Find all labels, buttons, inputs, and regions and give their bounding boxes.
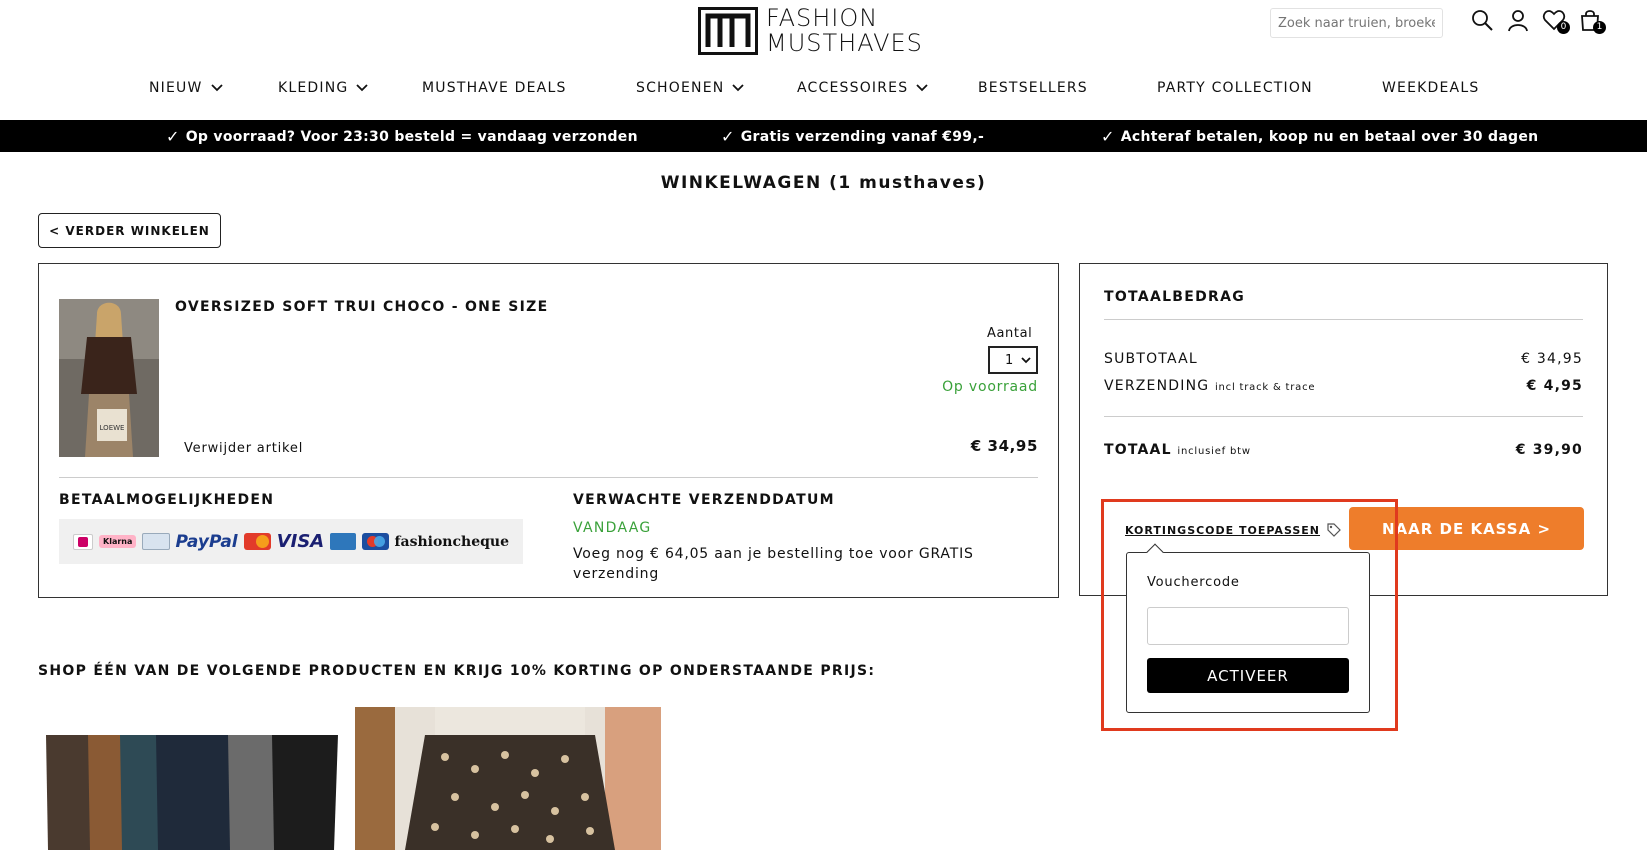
- klarna-icon: Klarna: [99, 535, 137, 548]
- free-shipping-note: Voeg nog € 64,05 aan je bestelling toe v…: [573, 546, 974, 582]
- wishlist-count-badge: 0: [1557, 21, 1570, 34]
- ideal-icon: [73, 533, 93, 550]
- upsell-product-image[interactable]: [38, 707, 341, 850]
- divider: [1104, 416, 1583, 417]
- payment-methods-strip: Klarna PayPal VISA fashioncheque: [59, 519, 523, 564]
- summary-title: TOTAALBEDRAG: [1104, 289, 1246, 305]
- mastercard-icon: [243, 533, 271, 550]
- subtotal-row: SUBTOTAAL € 34,95: [1104, 351, 1583, 367]
- nav-item-weekdeals[interactable]: WEEKDEALS: [1382, 80, 1479, 96]
- usp-item: ✓ Op voorraad? Voor 23:30 besteld = vand…: [166, 127, 638, 146]
- svg-text:LOEWE: LOEWE: [100, 424, 125, 432]
- activate-voucher-button[interactable]: ACTIVEER: [1147, 658, 1349, 693]
- upsell-title: SHOP ÉÉN VAN DE VOLGENDE PRODUCTEN EN KR…: [38, 663, 876, 679]
- total-value: € 39,90: [1515, 442, 1583, 458]
- nav-item-party-collection[interactable]: PARTY COLLECTION: [1157, 80, 1313, 96]
- shipping-value: € 4,95: [1526, 378, 1583, 394]
- shipping-label: VERZENDING: [1104, 378, 1210, 394]
- subtotal-value: € 34,95: [1521, 351, 1583, 367]
- wishlist-icon[interactable]: 0: [1542, 8, 1570, 34]
- upsell-product-image[interactable]: [355, 707, 661, 850]
- shipping-date-title: VERWACHTE VERZENDDATUM: [573, 492, 835, 508]
- bank-transfer-icon: [142, 533, 170, 550]
- search-input[interactable]: [1270, 8, 1443, 38]
- cart-count-badge: 1: [1593, 21, 1606, 34]
- nav-item-schoenen[interactable]: SCHOENEN: [636, 80, 745, 96]
- search-icon[interactable]: [1470, 8, 1494, 32]
- usp-bar: ✓ Op voorraad? Voor 23:30 besteld = vand…: [0, 120, 1647, 152]
- chevron-down-icon: [356, 84, 369, 92]
- fashioncheque-icon: fashioncheque: [394, 533, 509, 550]
- logo-line2: MUSTHAVES: [766, 29, 923, 57]
- continue-shopping-button[interactable]: < VERDER WINKELEN: [38, 213, 221, 248]
- tag-icon: [1327, 523, 1341, 537]
- cart-icon[interactable]: 1: [1578, 8, 1606, 34]
- subtotal-label: SUBTOTAAL: [1104, 351, 1198, 367]
- voucher-code-input[interactable]: [1147, 607, 1349, 645]
- apply-coupon-link[interactable]: KORTINGSCODE TOEPASSEN: [1125, 522, 1342, 538]
- account-icon[interactable]: [1506, 8, 1530, 32]
- logo-mark-icon: [698, 7, 758, 55]
- page-title: WINKELWAGEN (1 musthaves): [660, 173, 987, 193]
- stock-status: Op voorraad: [942, 379, 1038, 395]
- shipping-date-value: VANDAAG: [573, 520, 652, 536]
- total-sublabel: inclusief btw: [1177, 446, 1251, 457]
- nav-item-musthave-deals[interactable]: MUSTHAVE DEALS: [422, 80, 567, 96]
- cart-item-panel: LOEWE OVERSIZED SOFT TRUI CHOCO - ONE SI…: [38, 263, 1059, 598]
- usp-item: ✓ Gratis verzending vanaf €99,-: [721, 127, 985, 146]
- amex-icon: [330, 533, 357, 550]
- nav-item-nieuw[interactable]: NIEUW: [149, 80, 223, 96]
- paypal-icon: PayPal: [175, 531, 238, 552]
- product-image[interactable]: LOEWE: [59, 299, 159, 457]
- total-label: TOTAAL: [1104, 442, 1172, 458]
- divider: [59, 477, 1038, 478]
- quantity-label: Aantal: [987, 326, 1033, 341]
- maestro-icon: [362, 533, 389, 550]
- quantity-select[interactable]: 1: [988, 346, 1038, 374]
- header-icons: 0 1: [1470, 8, 1606, 34]
- checkout-button[interactable]: NAAR DE KASSA >: [1349, 507, 1584, 550]
- site-header: FASHION MUSTHAVES 0 1: [0, 0, 1647, 70]
- shipping-row: VERZENDING incl track & trace € 4,95: [1104, 378, 1583, 394]
- nav-item-bestsellers[interactable]: BESTSELLERS: [978, 80, 1088, 96]
- chevron-down-icon: [916, 84, 928, 92]
- chevron-down-icon: [732, 84, 745, 92]
- divider: [1104, 319, 1583, 320]
- usp-item: ✓ Achteraf betalen, koop nu en betaal ov…: [1101, 127, 1539, 146]
- nav-item-kleding[interactable]: KLEDING: [278, 80, 369, 96]
- shipping-sublabel: incl track & trace: [1214, 382, 1316, 393]
- remove-item-link[interactable]: Verwijder artikel: [184, 441, 303, 456]
- logo[interactable]: FASHION MUSTHAVES: [698, 6, 923, 56]
- main-nav: NIEUW KLEDING MUSTHAVE DEALS SCHOENEN AC…: [0, 80, 1647, 102]
- check-icon: ✓: [166, 127, 180, 146]
- product-name[interactable]: OVERSIZED SOFT TRUI CHOCO - ONE SIZE: [175, 299, 548, 315]
- voucher-popover: Vouchercode ACTIVEER: [1126, 543, 1370, 713]
- voucher-label: Vouchercode: [1147, 575, 1240, 590]
- chevron-down-icon: [210, 84, 223, 92]
- logo-line1: FASHION: [766, 4, 879, 32]
- check-icon: ✓: [1101, 127, 1115, 146]
- check-icon: ✓: [721, 127, 735, 146]
- visa-icon: VISA: [276, 531, 325, 552]
- payment-methods-title: BETAALMOGELIJKHEDEN: [59, 492, 275, 508]
- nav-item-accessoires[interactable]: ACCESSOIRES: [797, 80, 928, 96]
- line-price: € 34,95: [970, 437, 1038, 455]
- total-row: TOTAAL inclusief btw € 39,90: [1104, 442, 1583, 458]
- chevron-down-icon: [1021, 356, 1031, 363]
